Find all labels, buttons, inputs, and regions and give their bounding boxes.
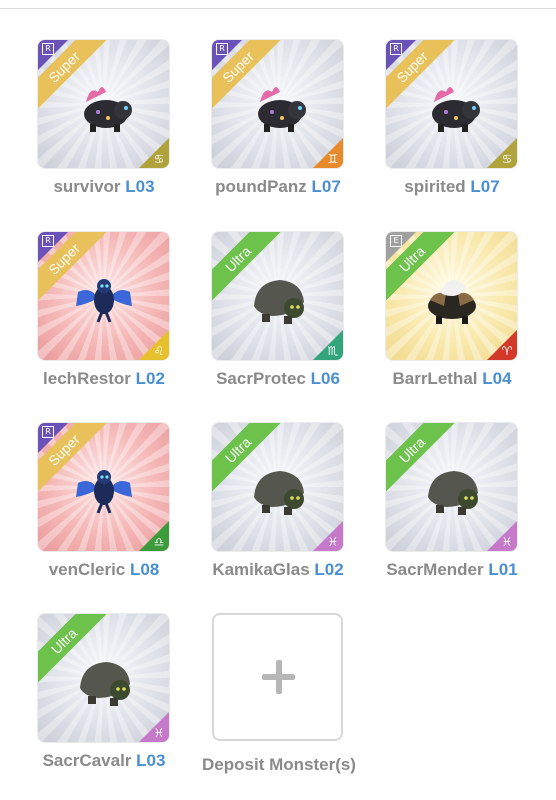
monster-portrait[interactable]: R Super ♋ [386, 40, 517, 168]
monster-rock-turtle-icon [80, 662, 130, 706]
monster-name: SacrMender [386, 560, 484, 579]
monster-portrait[interactable]: Ultra ♏ [212, 232, 343, 360]
rarity-badge-icon: E [390, 235, 402, 247]
plus-icon [276, 660, 282, 694]
monster-portrait[interactable]: Ultra ♓ [212, 423, 343, 551]
monster-card-6[interactable]: R Super ♎ venCleric L08 [0, 423, 170, 603]
monster-card-5[interactable]: E Ultra ♈ BarrLethal L04 [348, 232, 518, 412]
monster-card-8[interactable]: Ultra ♓ SacrMender L01 [348, 423, 518, 603]
monster-label: SacrMender L01 [348, 560, 556, 580]
monster-label: SacrCavalr L03 [0, 751, 208, 771]
monster-armored-beast-icon [428, 279, 476, 324]
monster-card-4[interactable]: Ultra ♏ SacrProtec L06 [174, 232, 344, 412]
monster-name: survivor [53, 177, 121, 196]
monster-level: L07 [470, 177, 500, 196]
zodiac-pisces-icon: ♓ [153, 726, 165, 740]
zodiac-pisces-icon: ♓ [501, 535, 513, 549]
monster-level: L03 [125, 177, 155, 196]
monster-dark-beast-icon [84, 87, 132, 132]
monster-dark-beast-icon [258, 87, 306, 132]
zodiac-libra-icon: ♎ [153, 535, 165, 549]
monster-card-7[interactable]: Ultra ♓ KamikaGlas L02 [174, 423, 344, 603]
monster-name: SacrProtec [216, 369, 306, 388]
monster-portrait[interactable]: Ultra ♓ [38, 614, 169, 742]
monster-name: SacrCavalr [42, 751, 132, 770]
zodiac-aries-icon: ♈ [501, 344, 513, 358]
monster-name: poundPanz [215, 177, 307, 196]
monster-level: L02 [135, 369, 165, 388]
monster-portrait[interactable]: Ultra ♓ [386, 423, 517, 551]
monster-portrait[interactable]: R Super ♎ [38, 423, 169, 551]
monster-card-1[interactable]: R Super ♊ poundPanz L07 [174, 40, 344, 220]
monster-rock-turtle-icon [254, 280, 304, 324]
zodiac-leo-icon: ♌ [153, 344, 165, 358]
monster-portrait[interactable]: R Super ♊ [212, 40, 343, 168]
zodiac-cancer-icon: ♋ [501, 152, 513, 166]
monster-level: L08 [129, 560, 160, 579]
monster-name: BarrLethal [392, 369, 478, 388]
monster-level: L03 [136, 751, 166, 770]
monster-dark-beast-icon [432, 87, 480, 132]
rarity-badge-icon: R [42, 426, 54, 438]
monster-card-2[interactable]: R Super ♋ spirited L07 [348, 40, 518, 220]
zodiac-scorpio-icon: ♏ [327, 344, 339, 358]
rarity-badge-icon: R [216, 43, 228, 55]
monster-label: BarrLethal L04 [348, 369, 556, 389]
monster-grid: R Super ♋ survivor L03 R Super ♊ poundPa… [0, 0, 556, 800]
zodiac-pisces-icon: ♓ [327, 535, 339, 549]
monster-rock-turtle-icon [254, 471, 304, 515]
deposit-monster-label[interactable]: Deposit Monster(s) [180, 755, 378, 775]
monster-name: lechRestor [43, 369, 131, 388]
monster-card-9[interactable]: Ultra ♓ SacrCavalr L03 [0, 614, 170, 794]
monster-name: spirited [404, 177, 466, 196]
zodiac-cancer-icon: ♋ [153, 152, 165, 166]
rarity-badge-icon: R [390, 43, 402, 55]
monster-card-3[interactable]: R Super ♌ lechRestor L02 [0, 232, 170, 412]
monster-card-0[interactable]: R Super ♋ survivor L03 [0, 40, 170, 220]
monster-name: venCleric [48, 560, 126, 579]
deposit-monster-button[interactable] [212, 613, 343, 741]
monster-level: L04 [482, 369, 512, 388]
monster-name: KamikaGlas [212, 560, 310, 579]
rarity-badge-icon: R [42, 43, 54, 55]
monster-portrait[interactable]: E Ultra ♈ [386, 232, 517, 360]
monster-level: L01 [488, 560, 518, 579]
monster-level: L06 [310, 369, 340, 388]
monster-portrait[interactable]: R Super ♋ [38, 40, 169, 168]
monster-rock-turtle-icon [428, 471, 478, 515]
monster-level: L07 [311, 177, 341, 196]
rarity-badge-icon: R [42, 235, 54, 247]
monster-winged-icon [76, 279, 132, 323]
monster-label: spirited L07 [348, 177, 556, 197]
monster-level: L02 [314, 560, 344, 579]
monster-portrait[interactable]: R Super ♌ [38, 232, 169, 360]
monster-winged-icon [76, 470, 132, 514]
zodiac-gemini-icon: ♊ [327, 152, 339, 166]
